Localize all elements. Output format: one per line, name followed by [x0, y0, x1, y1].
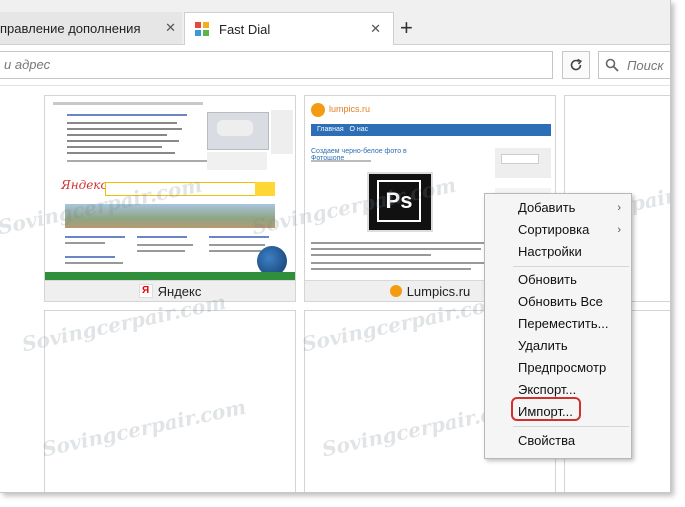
tab-fast-dial[interactable]: Fast Dial ✕ [184, 12, 394, 45]
menu-item-sort[interactable]: Сортировка › [485, 219, 631, 241]
address-bar[interactable]: и адрес [0, 51, 553, 79]
tab-addons-manager[interactable]: правление дополнения ✕ [0, 12, 182, 44]
menu-separator [513, 426, 629, 427]
new-tab-button[interactable]: + [400, 14, 413, 42]
search-placeholder: Поиск [627, 57, 664, 73]
menu-item-refresh[interactable]: Обновить [485, 269, 631, 291]
yandex-thumbnail: Яндекс [45, 96, 295, 282]
nav-home: Главная [317, 126, 344, 133]
search-input[interactable]: Поиск [598, 51, 670, 79]
submenu-arrow-icon: › [617, 202, 621, 214]
photoshop-logo: Ps [377, 180, 421, 222]
site-name: lumpics.ru [329, 104, 371, 114]
menu-item-add[interactable]: Добавить › [485, 197, 631, 219]
tab-strip: правление дополнения ✕ Fast Dial ✕ + [0, 0, 670, 45]
menu-item-refresh-all[interactable]: Обновить Все [485, 291, 631, 313]
tab-title: правление дополнения [0, 20, 141, 36]
search-icon [605, 58, 619, 72]
menu-item-preview[interactable]: Предпросмотр [485, 357, 631, 379]
import-highlight [511, 397, 581, 421]
reload-icon [570, 58, 583, 71]
reload-button[interactable] [562, 51, 590, 79]
navigation-toolbar: и адрес Поиск [0, 45, 670, 86]
yandex-logo: Яндекс [61, 178, 108, 192]
nav-about: О нас [349, 126, 369, 133]
fast-dial-icon [195, 22, 209, 36]
close-icon[interactable]: ✕ [165, 20, 176, 36]
yandex-favicon: Я [138, 284, 153, 298]
menu-item-delete[interactable]: Удалить [485, 335, 631, 357]
dial-tile-yandex[interactable]: Яндекс Я Яндекс [44, 95, 296, 302]
tile-label: Я Яндекс [45, 280, 295, 301]
browser-window: правление дополнения ✕ Fast Dial ✕ + и а… [0, 0, 671, 493]
dial-tile-empty[interactable] [44, 310, 296, 492]
menu-item-move[interactable]: Переместить... [485, 313, 631, 335]
menu-separator [513, 266, 629, 267]
close-icon[interactable]: ✕ [370, 21, 381, 37]
menu-item-properties[interactable]: Свойства [485, 430, 631, 452]
menu-item-settings[interactable]: Настройки [485, 241, 631, 263]
submenu-arrow-icon: › [617, 224, 621, 236]
lumpics-favicon [389, 285, 402, 297]
tab-title: Fast Dial [219, 21, 271, 37]
